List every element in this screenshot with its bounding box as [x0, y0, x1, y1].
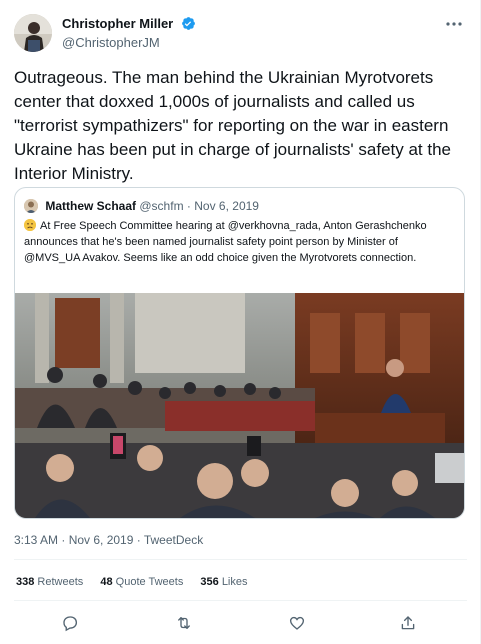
parliament-hearing-photo[interactable]: [15, 293, 464, 518]
author-display-name[interactable]: Christopher Miller: [62, 16, 173, 31]
likes-count: 356: [200, 576, 219, 588]
likes-stat[interactable]: 356 Likes: [200, 576, 247, 588]
divider: [14, 600, 467, 601]
author-block: Christopher Miller @ChristopherJM: [62, 15, 196, 50]
quoted-author-avatar: [24, 198, 38, 213]
quote-tweets-label: Quote Tweets: [115, 576, 184, 588]
separator-dot: ·: [186, 198, 191, 213]
reply-icon[interactable]: [59, 612, 81, 634]
retweets-count: 338: [16, 576, 35, 588]
quote-tweets-count: 48: [100, 576, 113, 588]
quoted-tweet-text-block: At Free Speech Committee hearing at @ver…: [24, 218, 444, 266]
quoted-author-name: Matthew Schaaf: [45, 198, 137, 213]
quoted-author-handle: @schfm: [139, 198, 184, 213]
tweet-card: Christopher Miller @ChristopherJM Outrag…: [0, 0, 481, 644]
retweets-label: Retweets: [37, 576, 84, 588]
retweets-stat[interactable]: 338 Retweets: [16, 576, 83, 588]
tweet-timestamp[interactable]: 3:13 AM · Nov 6, 2019 · TweetDeck: [14, 533, 203, 547]
tweet-actions: [0, 612, 481, 636]
retweet-icon[interactable]: [173, 612, 195, 634]
quoted-tweet[interactable]: Matthew Schaaf @schfm · Nov 6, 2019 At F…: [14, 187, 465, 519]
quoted-tweet-header: Matthew Schaaf @schfm · Nov 6, 2019: [24, 198, 259, 213]
tweet-stats: 338 Retweets 48 Quote Tweets 356 Likes: [16, 576, 262, 588]
tweet-text: Outrageous. The man behind the Ukrainian…: [14, 68, 452, 183]
quote-tweets-stat[interactable]: 48 Quote Tweets: [100, 576, 183, 588]
share-icon[interactable]: [397, 612, 419, 634]
slightly-frowning-face-icon: [24, 219, 36, 231]
quoted-tweet-text: At Free Speech Committee hearing at @ver…: [24, 220, 427, 264]
author-handle[interactable]: @ChristopherJM: [62, 35, 196, 50]
more-options-icon[interactable]: [442, 15, 466, 33]
divider: [14, 559, 467, 560]
like-icon[interactable]: [286, 612, 308, 634]
likes-label: Likes: [221, 576, 248, 588]
verified-badge-icon: [181, 16, 196, 31]
quoted-tweet-date: Nov 6, 2019: [194, 198, 259, 213]
avatar[interactable]: [14, 14, 52, 52]
